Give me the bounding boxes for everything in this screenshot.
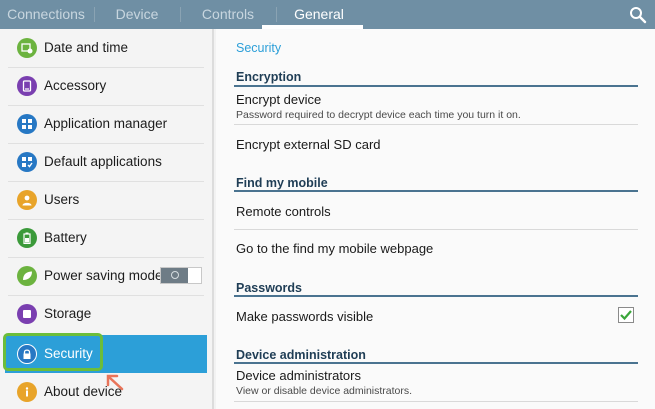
row-title: Device administrators: [236, 368, 361, 383]
row-title: Make passwords visible: [236, 309, 374, 324]
sidebar-item-date-and-time[interactable]: Date and time: [0, 29, 212, 67]
tab-connections[interactable]: Connections: [0, 0, 92, 29]
toggle-knob: [161, 268, 188, 283]
divider: [234, 401, 638, 402]
sidebar-item-label: Power saving mode: [44, 268, 163, 283]
section-header-encryption: Encryption: [236, 70, 302, 84]
accessory-device-icon: [17, 76, 37, 96]
toggle-off-icon: [171, 271, 179, 279]
sidebar-item-application-manager[interactable]: Application manager: [0, 105, 212, 143]
section-header-find-my-mobile: Find my mobile: [236, 176, 328, 190]
row-title: Encrypt device: [236, 92, 322, 107]
section-divider: [234, 190, 638, 192]
calendar-clock-icon: [17, 38, 37, 58]
divider: [234, 229, 638, 230]
sidebar-item-battery[interactable]: Battery: [0, 219, 212, 257]
make-passwords-visible-checkbox[interactable]: [618, 307, 634, 323]
storage-icon: [17, 304, 37, 324]
page-title: Security: [236, 41, 282, 55]
pointer-arrow-icon: [106, 374, 124, 391]
section-header-passwords: Passwords: [236, 281, 303, 295]
divider: [234, 124, 638, 125]
highlight-frame: [3, 333, 103, 371]
grid-apps-icon: [17, 114, 37, 134]
sidebar-item-users[interactable]: Users: [0, 181, 212, 219]
row-title: Remote controls: [236, 204, 331, 219]
sidebar-item-label: Default applications: [44, 154, 162, 169]
info-icon: [17, 382, 37, 402]
sidebar-item-accessory[interactable]: Accessory: [0, 67, 212, 105]
user-icon: [17, 190, 37, 210]
section-header-device-administration: Device administration: [236, 348, 366, 362]
top-tab-bar: Connections Device Controls General: [0, 0, 655, 29]
search-icon: [630, 7, 647, 24]
battery-icon: [17, 228, 37, 248]
sidebar-item-label: Application manager: [44, 116, 168, 131]
row-subtitle: Password required to decrypt device each…: [236, 109, 521, 121]
row-title: Go to the find my mobile webpage: [236, 241, 434, 256]
row-title: Encrypt external SD card: [236, 137, 381, 152]
sidebar-item-label: Date and time: [44, 40, 129, 55]
section-divider: [234, 85, 638, 87]
tab-divider: [94, 7, 95, 22]
sidebar-item-label: Accessory: [44, 78, 107, 93]
tab-device[interactable]: Device: [96, 0, 178, 29]
leaf-icon: [17, 266, 37, 286]
tab-controls[interactable]: Controls: [182, 0, 274, 29]
sidebar-item-power-saving-mode[interactable]: Power saving mode: [0, 257, 212, 295]
section-divider: [234, 295, 638, 297]
section-divider: [234, 362, 638, 364]
power-saving-toggle[interactable]: [160, 267, 202, 284]
sidebar-item-label: Users: [44, 192, 80, 207]
search-button[interactable]: [626, 3, 650, 27]
tab-divider: [180, 7, 181, 22]
checkmark-icon: [620, 310, 632, 321]
security-settings-panel: Security Encryption Encrypt device Passw…: [216, 29, 655, 409]
sidebar-item-default-applications[interactable]: Default applications: [0, 143, 212, 181]
row-subtitle: View or disable device administrators.: [236, 385, 413, 397]
sidebar-item-label: Storage: [44, 306, 92, 321]
sidebar-item-storage[interactable]: Storage: [0, 295, 212, 333]
sidebar-item-label: Battery: [44, 230, 87, 245]
default-apps-icon: [17, 152, 37, 172]
